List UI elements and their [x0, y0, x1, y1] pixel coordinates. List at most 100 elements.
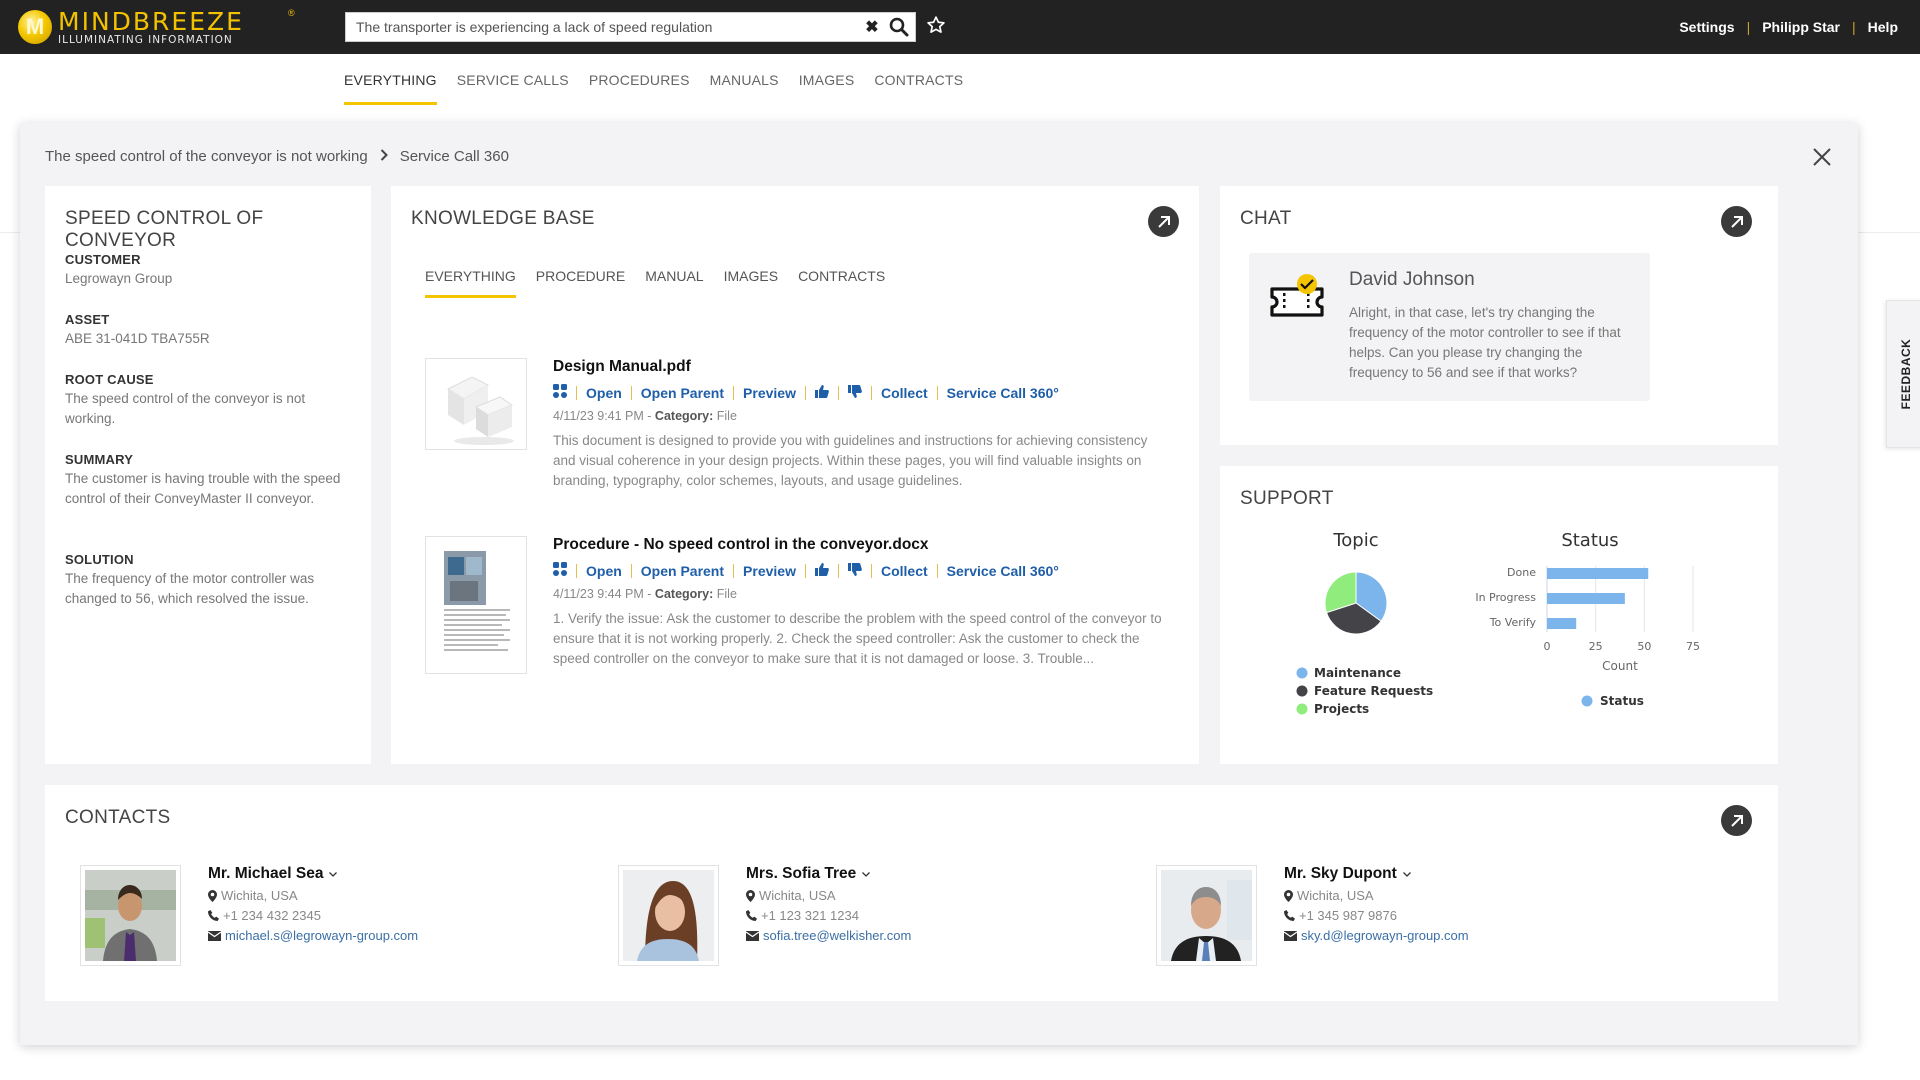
search-input[interactable] — [346, 13, 861, 41]
result-description: 1. Verify the issue: Ask the customer to… — [553, 611, 1162, 666]
boxes-thumbnail[interactable] — [425, 358, 527, 450]
separator — [837, 563, 839, 578]
breadcrumb: The speed control of the conveyor is not… — [45, 148, 509, 165]
tab-contracts[interactable]: CONTRACTS — [874, 72, 963, 106]
star-outline-icon[interactable] — [926, 15, 948, 39]
result-title[interactable]: Design Manual.pdf — [553, 358, 1165, 376]
separator — [804, 385, 806, 400]
separator — [630, 385, 632, 400]
envelope-icon — [208, 930, 221, 941]
contact-name-dropdown[interactable]: Mr. Michael Sea — [208, 865, 418, 883]
legend-marker — [1296, 667, 1308, 679]
logo-name: MINDBREEZE — [58, 6, 244, 36]
phone-text: +1 234 432 2345 — [223, 908, 321, 923]
document-thumbnail[interactable] — [425, 536, 527, 674]
search-box: ✖ — [345, 12, 916, 42]
email-link[interactable]: michael.s@legrowayn-group.com — [225, 928, 418, 943]
kb-tab-manual[interactable]: MANUAL — [645, 268, 703, 300]
y-tick-label: To Verify — [1489, 616, 1537, 629]
collect-link[interactable]: Collect — [881, 563, 928, 579]
kb-tab-contracts[interactable]: CONTRACTS — [798, 268, 885, 300]
x-tick-label: 0 — [1544, 640, 1551, 653]
category-label: Category: — [654, 409, 714, 423]
chat-message[interactable]: David Johnson Alright, in that case, let… — [1249, 253, 1650, 401]
map-marker-icon — [746, 889, 755, 902]
tab-images[interactable]: IMAGES — [799, 72, 855, 106]
chevron-right-icon — [380, 148, 388, 165]
x-tick-label: 25 — [1589, 640, 1603, 653]
contacts-card: CONTACTS Mr. Michael Sea Wichita, USA +1… — [45, 785, 1778, 1001]
kb-tab-images[interactable]: IMAGES — [724, 268, 778, 300]
help-link[interactable]: Help — [1868, 19, 1898, 35]
open-link[interactable]: Open — [586, 385, 622, 401]
user-link[interactable]: Philipp Star — [1762, 19, 1840, 35]
tab-procedures[interactable]: PROCEDURES — [589, 72, 690, 106]
phone-text: +1 345 987 9876 — [1299, 908, 1397, 923]
close-icon[interactable] — [1810, 145, 1834, 169]
contact-name-dropdown[interactable]: Mrs. Sofia Tree — [746, 865, 911, 883]
field-label: SOLUTION — [65, 552, 134, 567]
kb-tabs: EVERYTHING PROCEDURE MANUAL IMAGES CONTR… — [425, 268, 905, 300]
service-call-360-link[interactable]: Service Call 360° — [947, 563, 1059, 579]
settings-link[interactable]: Settings — [1679, 19, 1734, 35]
thumbs-down-icon[interactable] — [847, 384, 862, 401]
search-icon[interactable] — [883, 13, 915, 41]
result-title[interactable]: Procedure - No speed control in the conv… — [553, 536, 1165, 554]
breadcrumb-item[interactable]: The speed control of the conveyor is not… — [45, 148, 368, 165]
man-portrait-photo[interactable] — [1156, 865, 1257, 966]
preview-link[interactable]: Preview — [743, 385, 796, 401]
tab-everything[interactable]: EVERYTHING — [344, 72, 437, 106]
grid-icon[interactable] — [553, 562, 567, 579]
field-value: The frequency of the motor controller wa… — [65, 571, 315, 606]
thumbs-up-icon[interactable] — [814, 384, 829, 401]
expand-arrow-icon[interactable] — [1721, 805, 1752, 836]
location-text: Wichita, USA — [221, 888, 298, 903]
open-link[interactable]: Open — [586, 563, 622, 579]
result-date: 4/11/23 9:41 PM — [553, 409, 644, 423]
email-link[interactable]: sky.d@legrowayn-group.com — [1301, 928, 1469, 943]
email-link[interactable]: sofia.tree@welkisher.com — [763, 928, 911, 943]
logo-mark-icon: M — [18, 10, 52, 44]
result-actions: Open Open Parent Preview Collect Service… — [553, 384, 1165, 401]
feedback-tab[interactable]: FEEDBACK — [1886, 300, 1920, 448]
grid-icon[interactable] — [553, 384, 567, 401]
open-parent-link[interactable]: Open Parent — [641, 563, 724, 579]
kb-tab-everything[interactable]: EVERYTHING — [425, 268, 516, 300]
contact-name-dropdown[interactable]: Mr. Sky Dupont — [1284, 865, 1469, 883]
envelope-icon — [1284, 930, 1297, 941]
top-links: Settings | Philipp Star | Help — [1679, 0, 1898, 54]
kb-tab-procedure[interactable]: PROCEDURE — [536, 268, 625, 300]
result-meta: 4/11/23 9:44 PM - Category: File — [553, 587, 737, 601]
collect-link[interactable]: Collect — [881, 385, 928, 401]
field-label: SUMMARY — [65, 452, 134, 467]
separator — [936, 385, 938, 400]
clear-search-icon[interactable]: ✖ — [861, 17, 883, 37]
tab-manuals[interactable]: MANUALS — [710, 72, 779, 106]
knowledge-base-card: KNOWLEDGE BASE EVERYTHING PROCEDURE MANU… — [391, 186, 1199, 764]
thumbs-down-icon[interactable] — [847, 562, 862, 579]
link-separator: | — [1746, 19, 1751, 35]
woman-portrait-photo[interactable] — [618, 865, 719, 966]
man-portrait-photo[interactable] — [80, 865, 181, 966]
result-date: 4/11/23 9:44 PM — [553, 587, 644, 601]
contact-info: Mr. Michael Sea Wichita, USA +1 234 432 … — [208, 865, 418, 943]
service-call-360-link[interactable]: Service Call 360° — [947, 385, 1059, 401]
y-tick-label: Done — [1507, 566, 1536, 579]
expand-arrow-icon[interactable] — [1721, 206, 1752, 237]
thumbs-up-icon[interactable] — [814, 562, 829, 579]
registered-mark: ® — [288, 8, 295, 18]
open-parent-link[interactable]: Open Parent — [641, 385, 724, 401]
contact-location: Wichita, USA — [208, 888, 418, 903]
chevron-down-icon — [329, 872, 338, 877]
expand-arrow-icon[interactable] — [1148, 206, 1179, 237]
preview-link[interactable]: Preview — [743, 563, 796, 579]
x-tick-label: 50 — [1637, 640, 1651, 653]
location-text: Wichita, USA — [759, 888, 836, 903]
phone-icon — [208, 910, 219, 921]
link-separator: | — [1852, 19, 1856, 35]
result-body: Procedure - No speed control in the conv… — [553, 536, 1165, 669]
legend-marker — [1296, 703, 1308, 715]
tab-service-calls[interactable]: SERVICE CALLS — [457, 72, 569, 106]
contact-item: Mr. Sky Dupont Wichita, USA +1 345 987 9… — [1156, 865, 1676, 967]
mindbreeze-logo[interactable]: M MINDBREEZE ILLUMINATING INFORMATION ® — [18, 6, 295, 46]
